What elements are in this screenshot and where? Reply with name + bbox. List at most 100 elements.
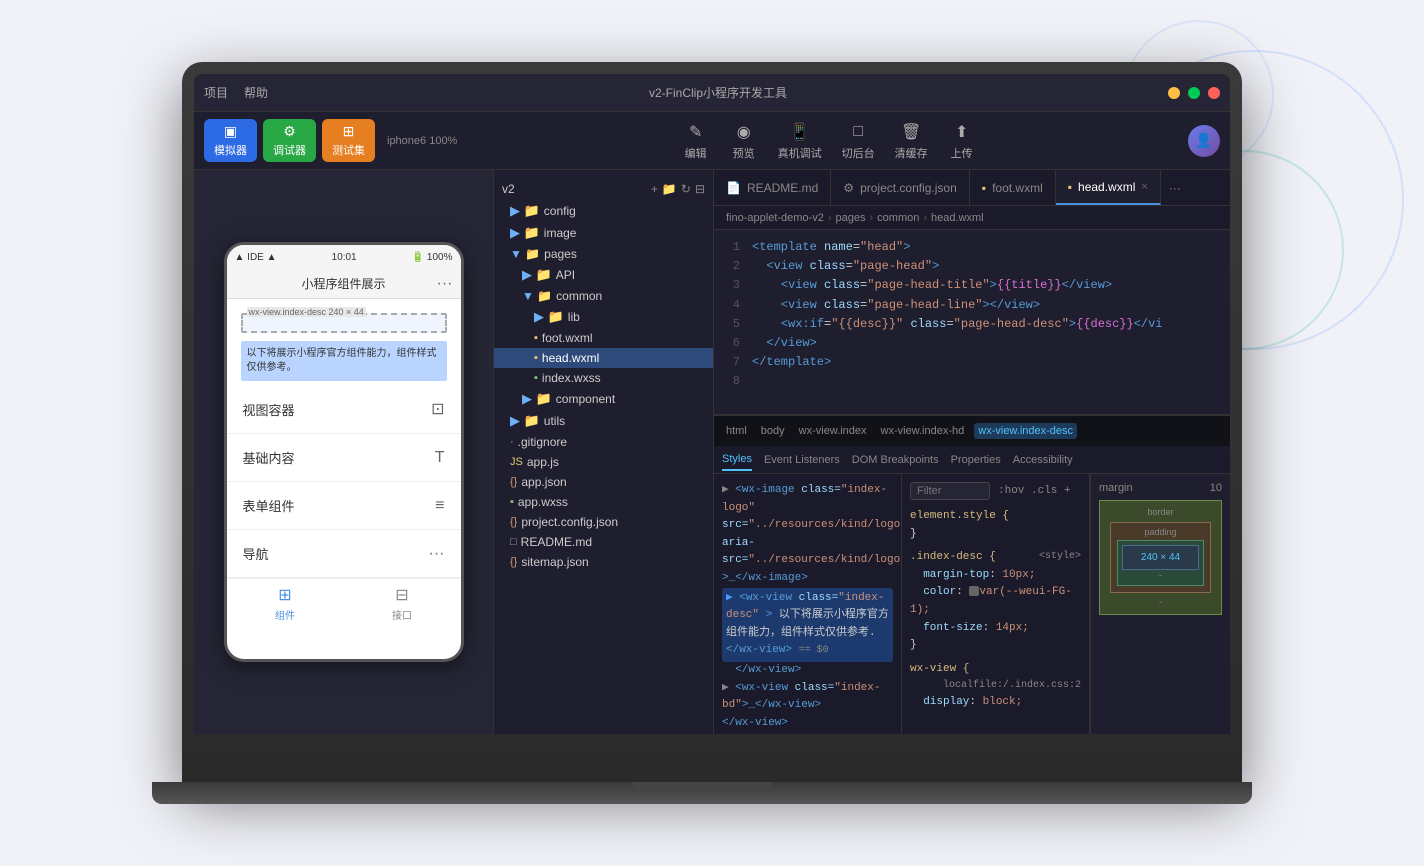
- filter-input[interactable]: [910, 482, 990, 500]
- toolbar-action-preview[interactable]: ◉ 预览: [730, 121, 758, 161]
- user-avatar[interactable]: 👤: [1188, 125, 1220, 157]
- menu-item-project[interactable]: 项目: [204, 84, 228, 101]
- file-item-common-label: common: [556, 289, 602, 303]
- element-tag-wx-view-index-desc[interactable]: wx-view.index-desc: [974, 423, 1077, 439]
- inspector-tab-event-listeners[interactable]: Event Listeners: [764, 450, 840, 470]
- folder-icon-config: ▶ 📁: [510, 203, 540, 219]
- line-num-7: 7: [722, 353, 752, 372]
- file-tree-root-label: v2: [502, 182, 515, 196]
- laptop-notch: [632, 782, 772, 790]
- tab-foot-wxml[interactable]: ▪ foot.wxml: [970, 170, 1056, 205]
- head-wxml-tab-label: head.wxml: [1078, 180, 1135, 194]
- tab-project-config[interactable]: ⚙ project.config.json: [831, 170, 970, 205]
- code-content-8: [752, 372, 1222, 391]
- tab-more-btn[interactable]: ···: [1161, 181, 1189, 195]
- file-item-foot-wxml[interactable]: ▪ foot.wxml: [494, 328, 713, 348]
- highlight-label: wx-view.index-desc 240 × 44: [247, 307, 366, 317]
- phone-title-dots[interactable]: ···: [437, 275, 453, 293]
- toolbar-action-realdevice[interactable]: 📱 真机调试: [778, 121, 822, 161]
- border-label: border: [1147, 507, 1173, 517]
- phone-nav-api[interactable]: ⊟ 接口: [344, 579, 461, 628]
- element-tag-html[interactable]: html: [722, 423, 751, 439]
- tab-close-head-wxml[interactable]: ×: [1141, 181, 1147, 193]
- list-item-3-label: 导航: [243, 544, 269, 563]
- collapse-icon[interactable]: ⊟: [695, 182, 705, 196]
- file-item-index-wxss-label: index.wxss: [542, 371, 601, 385]
- code-area[interactable]: 1 <template name="head"> 2 <view class="…: [714, 230, 1230, 414]
- file-item-sitemap[interactable]: {} sitemap.json: [494, 552, 713, 572]
- css-source-index-desc: <style>: [1039, 549, 1081, 565]
- clear-label: 清缓存: [895, 145, 928, 161]
- readme-tab-label: README.md: [747, 181, 818, 195]
- tab-head-wxml[interactable]: ▪ head.wxml ×: [1056, 170, 1161, 205]
- toolbar-action-upload[interactable]: ⬆ 上传: [948, 121, 976, 161]
- html-line-2[interactable]: ▶ <wx-view class="index-desc" > 以下将展示小程序…: [722, 588, 893, 662]
- css-rule-element-style: element.style { }: [910, 508, 1081, 543]
- list-item-3[interactable]: 导航 ···: [227, 530, 461, 578]
- file-item-gitignore[interactable]: · .gitignore: [494, 432, 713, 452]
- file-item-index-wxss[interactable]: ▪ index.wxss: [494, 368, 713, 388]
- color-swatch: [969, 586, 979, 596]
- breadcrumb-sep-3: ›: [923, 212, 927, 224]
- new-file-icon[interactable]: +: [651, 182, 658, 196]
- breadcrumb-sep-2: ›: [870, 212, 874, 224]
- filter-hint: :hov .cls +: [998, 485, 1071, 497]
- toolbar-btn-testset[interactable]: ⊞ 测试集: [322, 119, 375, 162]
- css-closing-element-style: }: [910, 526, 1081, 544]
- laptop-screen-bezel: 项目 帮助 v2-FinClip小程序开发工具: [194, 74, 1230, 734]
- breadcrumb-root: fino-applet-demo-v2: [726, 212, 824, 224]
- toolbar-action-background[interactable]: □ 切后台: [842, 121, 875, 161]
- list-item-2[interactable]: 表单组件 ≡: [227, 482, 461, 530]
- file-item-readme[interactable]: □ README.md: [494, 532, 713, 552]
- refresh-icon[interactable]: ↻: [681, 182, 691, 196]
- inspector-tab-accessibility[interactable]: Accessibility: [1013, 450, 1073, 470]
- toolbar-action-clear[interactable]: 🗑 清缓存: [895, 121, 928, 161]
- file-item-head-wxml[interactable]: ▪ head.wxml: [494, 348, 713, 368]
- win-maximize[interactable]: [1188, 87, 1200, 99]
- file-item-app-json[interactable]: {} app.json: [494, 472, 713, 492]
- html-tag-wx-view-desc-close: >: [766, 609, 773, 621]
- file-item-lib[interactable]: ▶ 📁 lib: [494, 306, 713, 328]
- breadcrumb-pages: pages: [836, 212, 866, 224]
- line-num-6: 6: [722, 334, 752, 353]
- file-item-app-js[interactable]: JS app.js: [494, 452, 713, 472]
- tab-readme[interactable]: 📄 README.md: [714, 170, 831, 205]
- file-item-image[interactable]: ▶ 📁 image: [494, 222, 713, 244]
- toolbar-btn-simulator[interactable]: ▣ 模拟器: [204, 119, 257, 162]
- new-folder-icon[interactable]: 📁: [662, 182, 677, 196]
- file-item-utils[interactable]: ▶ 📁 utils: [494, 410, 713, 432]
- expand-icon-1[interactable]: ▶: [722, 484, 729, 496]
- file-item-app-wxss[interactable]: ▪ app.wxss: [494, 492, 713, 512]
- file-item-project-config[interactable]: {} project.config.json: [494, 512, 713, 532]
- css-source-wx-view: localfile:/.index.css:2: [943, 678, 1081, 694]
- toolbar-action-edit[interactable]: ✎ 编辑: [682, 121, 710, 161]
- file-item-component[interactable]: ▶ 📁 component: [494, 388, 713, 410]
- inspector-tab-dom-breakpoints[interactable]: DOM Breakpoints: [852, 450, 939, 470]
- inspector-tab-styles[interactable]: Styles: [722, 449, 752, 471]
- win-close[interactable]: [1208, 87, 1220, 99]
- code-line-4: 4 <view class="page-head-line"></view>: [714, 296, 1230, 315]
- file-item-api[interactable]: ▶ 📁 API: [494, 264, 713, 286]
- api-nav-label: 接口: [392, 607, 412, 622]
- phone-highlight-box: wx-view.index-desc 240 × 44: [241, 313, 447, 333]
- element-tag-wx-view-index-hd[interactable]: wx-view.index-hd: [877, 423, 969, 439]
- inspector-tab-properties[interactable]: Properties: [951, 450, 1001, 470]
- expand-icon-4[interactable]: ▶: [722, 682, 729, 694]
- filter-bar: :hov .cls +: [910, 482, 1081, 500]
- win-minimize[interactable]: [1168, 87, 1180, 99]
- menu-item-help[interactable]: 帮助: [244, 84, 268, 101]
- breadcrumb-sep-1: ›: [828, 212, 832, 224]
- box-model-panel: margin 10 border padding: [1090, 474, 1230, 734]
- css-selector-index-desc: .index-desc { <style>: [910, 549, 1081, 567]
- element-tag-wx-view-index[interactable]: wx-view.index: [795, 423, 871, 439]
- list-item-0[interactable]: 视图容器 ⊡: [227, 385, 461, 434]
- css-prop-font-size: font-size: 14px;: [910, 620, 1081, 638]
- toolbar-btn-debugger[interactable]: ⚙ 调试器: [263, 119, 316, 162]
- file-item-config[interactable]: ▶ 📁 config: [494, 200, 713, 222]
- list-item-1[interactable]: 基础内容 T: [227, 434, 461, 482]
- file-item-pages[interactable]: ▼ 📁 pages: [494, 244, 713, 264]
- element-tag-body[interactable]: body: [757, 423, 789, 439]
- file-item-common[interactable]: ▼ 📁 common: [494, 286, 713, 306]
- folder-icon-api: ▶ 📁: [522, 267, 552, 283]
- phone-nav-components[interactable]: ⊞ 组件: [227, 579, 344, 628]
